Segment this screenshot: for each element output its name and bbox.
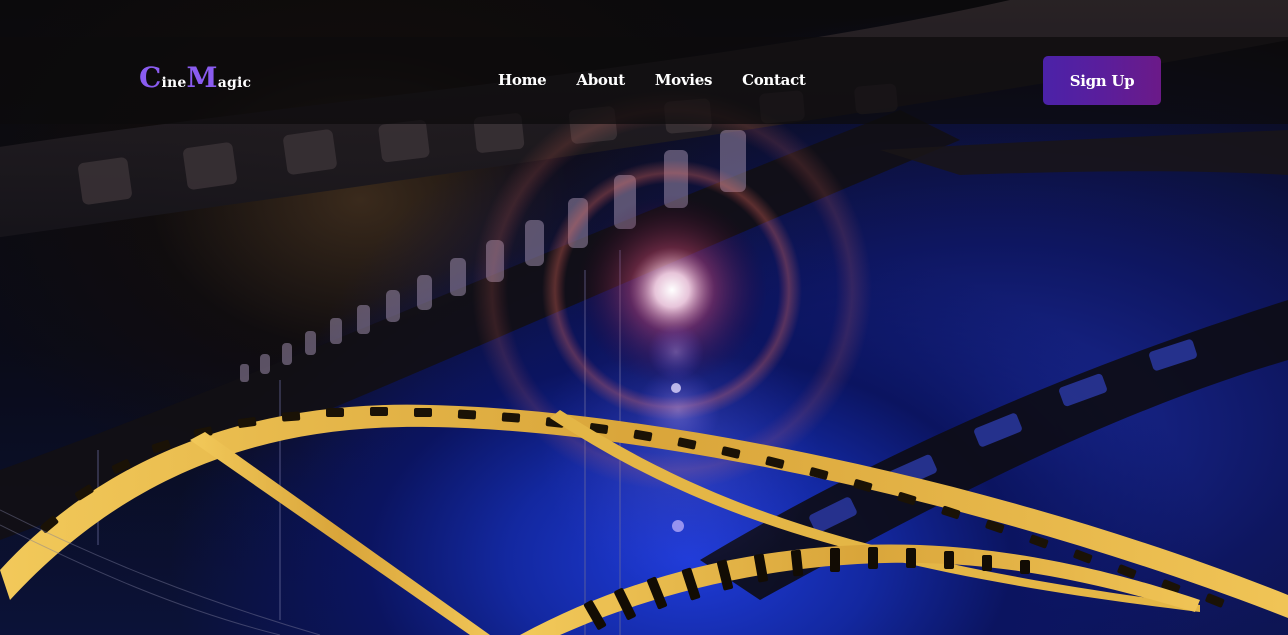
top-navbar: CineMagic Home About Movies Contact Sign… [0,37,1288,124]
nav-link-home[interactable]: Home [498,71,547,89]
hero-section: CineMagic Home About Movies Contact Sign… [0,0,1288,635]
sign-up-button[interactable]: Sign Up [1043,56,1161,105]
nav-link-movies[interactable]: Movies [655,71,713,89]
logo-text-ine: ine [161,75,187,91]
logo-letter-c: C [139,61,162,94]
logo-letter-m: M [186,61,218,94]
nav-links: Home About Movies Contact [498,71,806,89]
logo-text-agic: agic [217,75,252,91]
nav-link-about[interactable]: About [576,71,625,89]
nav-link-contact[interactable]: Contact [742,71,806,89]
brand-logo[interactable]: CineMagic [139,64,251,92]
